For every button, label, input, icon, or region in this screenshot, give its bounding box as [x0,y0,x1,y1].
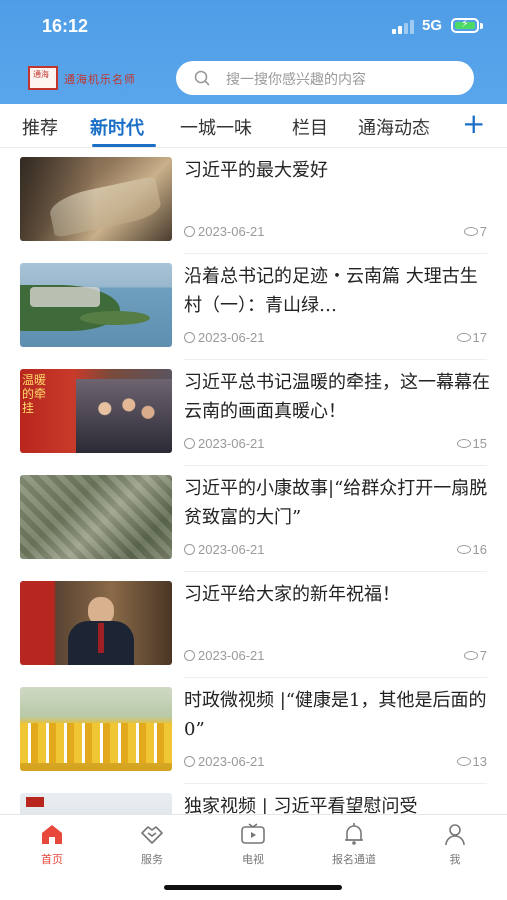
article-date: 2023-06-21 [184,330,265,345]
search-bar[interactable]: 搜一搜你感兴趣的内容 [176,61,474,95]
article-views: 17 [456,330,487,345]
nav-register-label: 报名通道 [332,853,376,866]
clock-icon [184,756,195,767]
tab-columns[interactable]: 栏目 [292,114,328,140]
article-date: 2023-06-21 [184,648,265,663]
clock-icon [184,438,195,449]
search-icon [194,70,210,86]
article-date: 2023-06-21 [184,542,265,557]
battery-tip [480,23,483,29]
nav-service-label: 服务 [141,853,163,866]
user-icon [445,824,465,846]
clock-icon [184,544,195,555]
article-title: 习近平的最大爱好 [184,160,328,181]
thumbnail-lake [20,263,172,347]
tab-city-flavor[interactable]: 一城一味 [180,114,252,140]
status-bar: 16:12 5G ⚡ [0,0,507,54]
bell-icon [345,823,363,845]
eye-icon [456,757,471,766]
nav-me-label: 我 [449,853,461,866]
status-time: 16:12 [42,16,89,36]
article-views: 13 [456,754,487,769]
article-date: 2023-06-21 [184,436,265,451]
article-views: 7 [463,224,487,239]
list-item[interactable]: 习近平的最大爱好 2023-06-21 7 [0,148,507,254]
clock-icon [184,226,195,237]
thumbnail-dance [20,687,172,771]
article-views: 7 [463,648,487,663]
home-indicator [164,885,342,890]
list-item[interactable]: 习近平给大家的新年祝福！ 2023-06-21 7 [0,572,507,678]
nav-tv-label: 电视 [242,853,264,866]
network-label: 5G [422,17,443,34]
nav-me[interactable]: 我 [415,821,495,867]
thumbnail-caption: 温暖的牵挂 [22,373,47,415]
app-header: 16:12 5G ⚡ 通海 通海机乐名师 搜一搜你感兴趣的内容 [0,0,507,104]
brand-text: 通海机乐名师 [64,73,136,86]
list-item[interactable]: 沿着总书记的足迹・云南篇 大理古生村（一）：青山绿… 2023-06-21 17 [0,254,507,360]
list-item[interactable]: 习近平的小康故事|“给群众打开一扇脱贫致富的大门” 2023-06-21 16 [0,466,507,572]
tab-new-era[interactable]: 新时代 [90,114,144,140]
nav-home[interactable]: 首页 [12,821,92,867]
article-title: 习近平总书记温暖的牵挂，这一幕幕在云南的画面真暖心！ [184,372,490,422]
article-list: 习近平的最大爱好 2023-06-21 7 沿着总书记的足迹・云南篇 大理古生村… [0,148,507,814]
article-title: 独家视频 | 习近平看望慰问受 [184,796,418,814]
article-title: 习近平给大家的新年祝福！ [184,584,400,605]
active-tab-indicator [92,144,156,147]
add-tab-icon[interactable]: + [462,110,485,138]
list-item[interactable]: 温暖的牵挂 习近平总书记温暖的牵挂，这一幕幕在云南的画面真暖心！ 2023-06… [0,360,507,466]
logo-text: 通海 [33,70,49,79]
eye-icon [456,333,471,342]
tv-icon [241,823,265,844]
tab-fade [420,104,460,147]
app-logo[interactable]: 通海 [28,66,58,90]
eye-icon [463,227,478,236]
thumbnail-book [20,157,172,241]
signal-icon [392,20,414,34]
list-item[interactable]: 时政微视频 |“健康是1，其他是后面的0” 2023-06-21 13 [0,678,507,784]
list-item[interactable]: 独家视频 | 习近平看望慰问受 [0,784,507,814]
nav-service[interactable]: 服务 [112,821,192,867]
article-date: 2023-06-21 [184,224,265,239]
nav-tv[interactable]: 电视 [213,821,293,867]
thumbnail-mountain [20,475,172,559]
thumbnail-snow [20,793,172,814]
tab-recommend[interactable]: 推荐 [22,114,58,140]
article-date: 2023-06-21 [184,754,265,769]
article-title: 时政微视频 |“健康是1，其他是后面的0” [184,690,487,740]
clock-icon [184,650,195,661]
eye-icon [456,545,471,554]
thumbnail-speech [20,581,172,665]
nav-home-label: 首页 [41,853,63,866]
eye-icon [456,439,471,448]
article-title: 习近平的小康故事|“给群众打开一扇脱贫致富的大门” [184,478,488,528]
home-icon [42,825,62,844]
thumbnail-crowd: 温暖的牵挂 [20,369,172,453]
article-views: 15 [456,436,487,451]
eye-icon [463,651,478,660]
nav-register[interactable]: 报名通道 [314,821,394,867]
category-tabs: 推荐 新时代 一城一味 栏目 通海动态 + [0,104,507,148]
article-views: 16 [456,542,487,557]
handshake-icon [141,826,163,844]
article-title: 沿着总书记的足迹・云南篇 大理古生村（一）：青山绿… [184,266,478,316]
search-placeholder: 搜一搜你感兴趣的内容 [226,72,366,88]
clock-icon [184,332,195,343]
battery-icon: ⚡ [451,17,479,33]
